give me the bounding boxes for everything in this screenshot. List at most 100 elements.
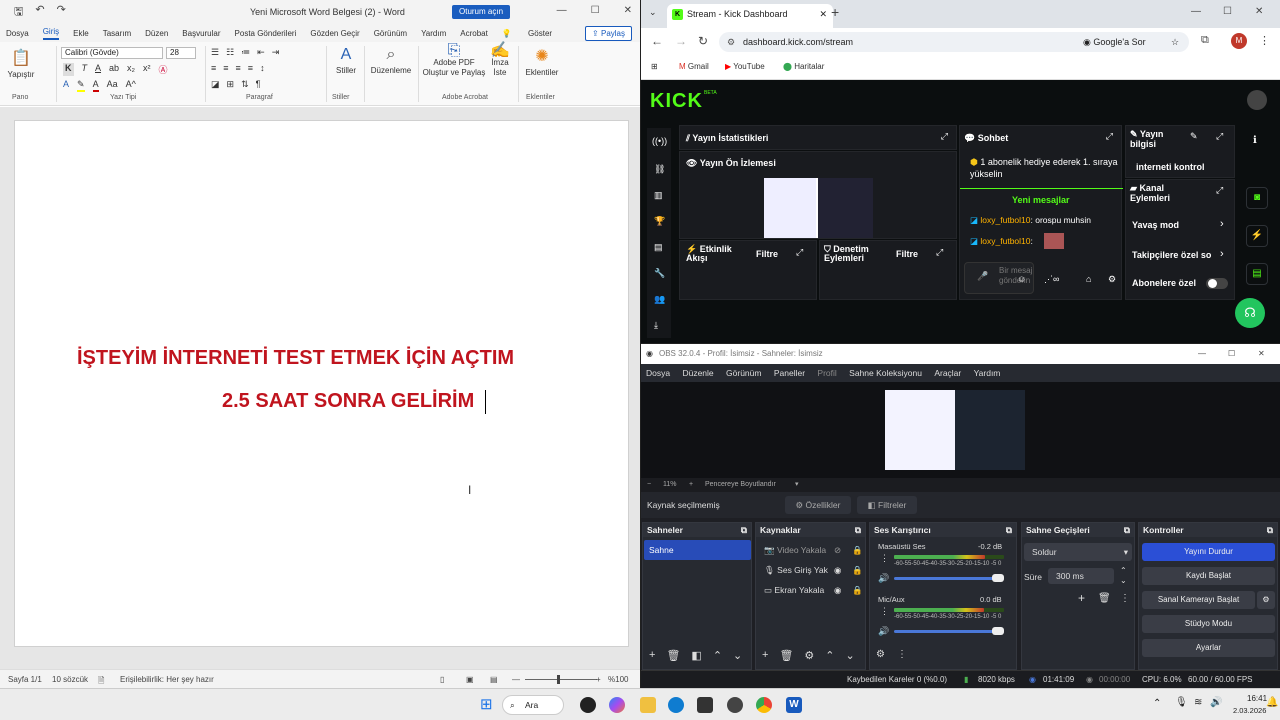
filters-button[interactable]: ◧ Filtreler (857, 496, 917, 514)
tab-gozden-gecir[interactable]: Gözden Geçir (310, 29, 359, 38)
trash-icon[interactable]: 🗑 (779, 649, 793, 662)
align-left-icon[interactable]: ≡ (211, 63, 216, 73)
filter-icon[interactable]: ◧ (691, 649, 701, 662)
chat-username[interactable]: loxy_futbol10 (980, 215, 1030, 225)
chevron-right-icon[interactable]: › (1220, 248, 1224, 260)
minimize-icon[interactable]: — (557, 5, 567, 16)
link-icon[interactable]: ⛓ (654, 164, 665, 175)
chat-input[interactable]: 🎤 Bir mesaj gönderin ☺ (964, 262, 1034, 294)
google-lens-button[interactable]: ◉ Google'a Sor (1083, 32, 1146, 52)
chrome-icon[interactable] (756, 697, 772, 713)
copilot-icon[interactable] (609, 697, 625, 713)
tab-giris[interactable]: Giriş (42, 27, 60, 40)
dock-float-icon[interactable]: ⧉ (1124, 523, 1130, 537)
word-count[interactable]: 10 sözcük (52, 675, 88, 684)
borders-icon[interactable]: ⊞ (227, 79, 235, 90)
clock-time[interactable]: 16:41 (1247, 694, 1267, 703)
activity-filter-button[interactable]: Filtre (756, 249, 778, 259)
styles-button[interactable]: A Stiller (332, 46, 360, 75)
increase-indent-icon[interactable]: ⇥ (272, 47, 280, 58)
word-icon[interactable]: W (786, 697, 802, 713)
document-page[interactable] (14, 120, 629, 647)
tab-ekle[interactable]: Ekle (73, 29, 89, 38)
text-effects-icon[interactable]: A (63, 79, 69, 92)
virtual-camera-settings-icon[interactable]: ⚙ (1257, 591, 1275, 609)
trophy-icon[interactable]: 🏆 (654, 216, 665, 227)
browser-tab[interactable]: K Stream - Kick Dashboard ✕ (667, 4, 833, 28)
extensions-icon[interactable]: ⧉ (1201, 34, 1209, 47)
menu-dosya[interactable]: Dosya (646, 368, 670, 378)
menu-yardim[interactable]: Yardım (974, 368, 1001, 378)
community-icon[interactable]: 👥 (654, 294, 665, 305)
zoom-in-icon[interactable]: + (689, 478, 693, 492)
subscribers-only-toggle[interactable] (1206, 278, 1228, 289)
zoom-slider-thumb[interactable] (557, 675, 560, 684)
tab-posta[interactable]: Posta Gönderileri (235, 29, 297, 38)
tab-dosya[interactable]: Dosya (6, 29, 29, 38)
settings-icon[interactable]: ⚙ (1108, 274, 1116, 285)
emoji-icon[interactable]: ☺ (1017, 274, 1026, 284)
maximize-icon[interactable]: ☐ (1223, 6, 1232, 17)
store-icon[interactable] (697, 697, 713, 713)
camera-icon[interactable]: ◙ (1246, 187, 1268, 209)
proofing-icon[interactable]: 🗎 (98, 675, 104, 689)
clear-format-icon[interactable]: Ⓐ (159, 63, 168, 76)
gear-icon[interactable]: ⚙ (804, 649, 814, 662)
chevron-right-icon[interactable]: › (1220, 218, 1224, 230)
tab-close-icon[interactable]: ✕ (819, 4, 827, 24)
kebab-icon[interactable]: ⋮ (1120, 593, 1130, 604)
dock-float-icon[interactable]: ⧉ (741, 523, 747, 537)
new-tab-icon[interactable]: + (831, 4, 839, 20)
scene-item[interactable]: Sahne (644, 540, 751, 560)
volume-slider-thumb[interactable] (992, 574, 1004, 582)
volume-slider-thumb[interactable] (992, 627, 1004, 635)
new-messages-label[interactable]: Yeni mesajlar (1012, 195, 1070, 205)
back-icon[interactable]: ← (651, 34, 663, 48)
tab-basvurular[interactable]: Başvurular (182, 29, 220, 38)
move-up-icon[interactable]: ⌃ (825, 649, 834, 662)
file-explorer-icon[interactable] (640, 697, 656, 713)
stream-icon[interactable]: ((•)) (652, 136, 667, 146)
numbering-icon[interactable]: ☷ (226, 47, 234, 58)
clock-date[interactable]: 2.03.2026 (1233, 706, 1266, 715)
source-item[interactable]: ▭ Ekran Yakala ◉ 🔒 (764, 585, 863, 596)
tab-duzen[interactable]: Düzen (145, 29, 168, 38)
signin-button[interactable]: Oturum açın (452, 5, 511, 19)
analytics-icon[interactable]: ▥ (654, 190, 663, 201)
close-icon[interactable]: ✕ (1255, 6, 1263, 17)
zoom-out-icon[interactable]: − (647, 478, 651, 492)
lightning-icon[interactable]: ⚡ (1246, 225, 1268, 247)
share-button[interactable]: ⇪ Paylaş (585, 26, 632, 41)
align-center-icon[interactable]: ≡ (223, 63, 228, 73)
lock-icon[interactable]: 🔒 (852, 545, 863, 556)
source-item[interactable]: 📷 Video Yakala ⊘ 🔒 (764, 545, 863, 556)
align-right-icon[interactable]: ≡ (236, 63, 241, 73)
highlight-icon[interactable]: ✎ (77, 79, 85, 92)
moderation-filter-button[interactable]: Filtre (896, 249, 918, 259)
document-line-1[interactable]: İŞTEYİM İNTERNETİ TEST ETMEK İÇİN AÇTIM (77, 347, 514, 370)
multilevel-icon[interactable]: ≔ (241, 47, 250, 58)
eye-icon[interactable]: ◉ (834, 565, 841, 576)
tab-yardim[interactable]: Yardım (421, 29, 446, 38)
font-name-select[interactable]: Calibri (Gövde) (61, 47, 163, 59)
studio-mode-button[interactable]: Stüdyo Modu (1142, 615, 1275, 633)
undo-icon[interactable]: ↶ (35, 3, 44, 22)
apps-icon[interactable]: ⊞ (651, 62, 658, 71)
expand-icon[interactable]: ⤢ (1216, 131, 1223, 142)
tab-gorunum[interactable]: Görünüm (374, 29, 407, 38)
media-icon[interactable] (727, 697, 743, 713)
add-icon[interactable]: + (649, 649, 655, 662)
web-layout-icon[interactable]: ▤ (490, 675, 498, 684)
line-spacing-icon[interactable]: ↕ (260, 63, 265, 73)
dock-float-icon[interactable]: ⧉ (1006, 523, 1012, 537)
save-icon[interactable]: 🖫 (14, 3, 23, 22)
wifi-icon[interactable]: ≋ (1194, 697, 1202, 708)
volume-icon[interactable]: 🔊 (1210, 697, 1222, 708)
menu-paneller[interactable]: Paneller (774, 368, 805, 378)
close-icon[interactable]: ✕ (624, 5, 632, 16)
superscript-icon[interactable]: x² (143, 63, 151, 76)
justify-icon[interactable]: ≡ (248, 63, 253, 73)
support-headset-icon[interactable]: ☊ (1235, 298, 1265, 328)
pilcrow-icon[interactable]: ¶ (256, 79, 261, 90)
edit-icon[interactable]: ✎ (1190, 131, 1198, 142)
